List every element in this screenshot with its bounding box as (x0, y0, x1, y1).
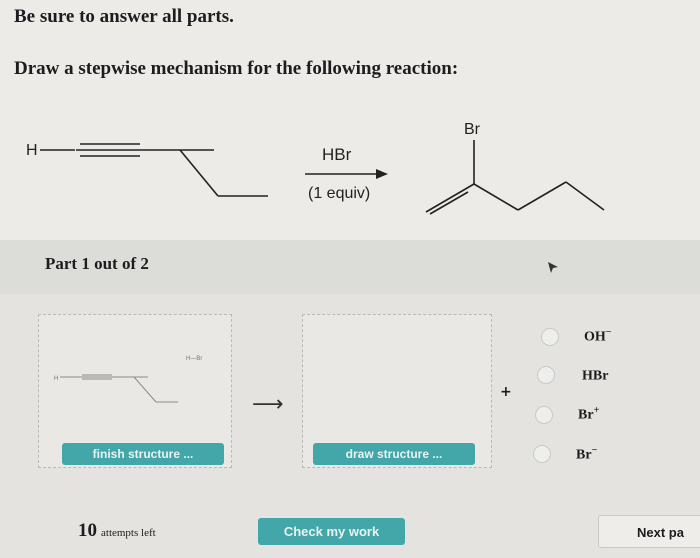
option-radio-br-minus[interactable] (533, 445, 551, 463)
reactant-structure-sketch: H—Br H (54, 356, 202, 403)
reaction-arrowhead (376, 169, 388, 179)
plus-sign: + (500, 384, 512, 400)
option-label-hbr: HBr (582, 368, 609, 384)
option-label-br-minus: Br− (576, 445, 598, 463)
condition-label: (1 equiv) (308, 185, 370, 202)
option-radio-hbr[interactable] (537, 366, 555, 384)
draw-structure-button[interactable]: draw structure ... (313, 443, 475, 465)
option-radio-br-plus[interactable] (535, 406, 553, 424)
triple-bond (76, 143, 156, 157)
instruction-draw-mechanism: Draw a stepwise mechanism for the follow… (14, 58, 459, 79)
check-my-work-button[interactable]: Check my work (258, 518, 405, 545)
option-radio-oh[interactable] (541, 328, 559, 346)
reagent-label: HBr (322, 145, 352, 164)
mini-hbr-label: H—Br (186, 356, 202, 362)
reactant-chain-2 (179, 149, 219, 197)
attempts-number: 10 (78, 520, 97, 541)
mechanism-arrow: ⟶ (252, 392, 284, 417)
instruction-answer-all: Be sure to answer all parts. (14, 6, 234, 27)
product-double-bond (425, 183, 475, 215)
option-label-oh: OH− (584, 327, 612, 345)
product-chain-1 (473, 183, 519, 211)
product-chain-3 (565, 181, 605, 211)
option-label-br-plus: Br+ (578, 405, 600, 423)
product-chain-2 (517, 181, 567, 211)
product-br-label: Br (464, 121, 481, 138)
part-label: Part 1 out of 2 (45, 254, 149, 273)
mouse-cursor-icon (548, 262, 558, 273)
attempts-counter: 10 attempts left (78, 520, 156, 542)
finish-structure-button[interactable]: finish structure ... (62, 443, 224, 465)
reaction-scheme: H HBr (1 equiv) Br (26, 121, 605, 215)
attempts-text: attempts left (101, 527, 156, 539)
reactant-h-label: H (26, 142, 38, 159)
mini-h-label: H (54, 376, 58, 382)
next-part-button[interactable]: Next pa (598, 515, 700, 548)
